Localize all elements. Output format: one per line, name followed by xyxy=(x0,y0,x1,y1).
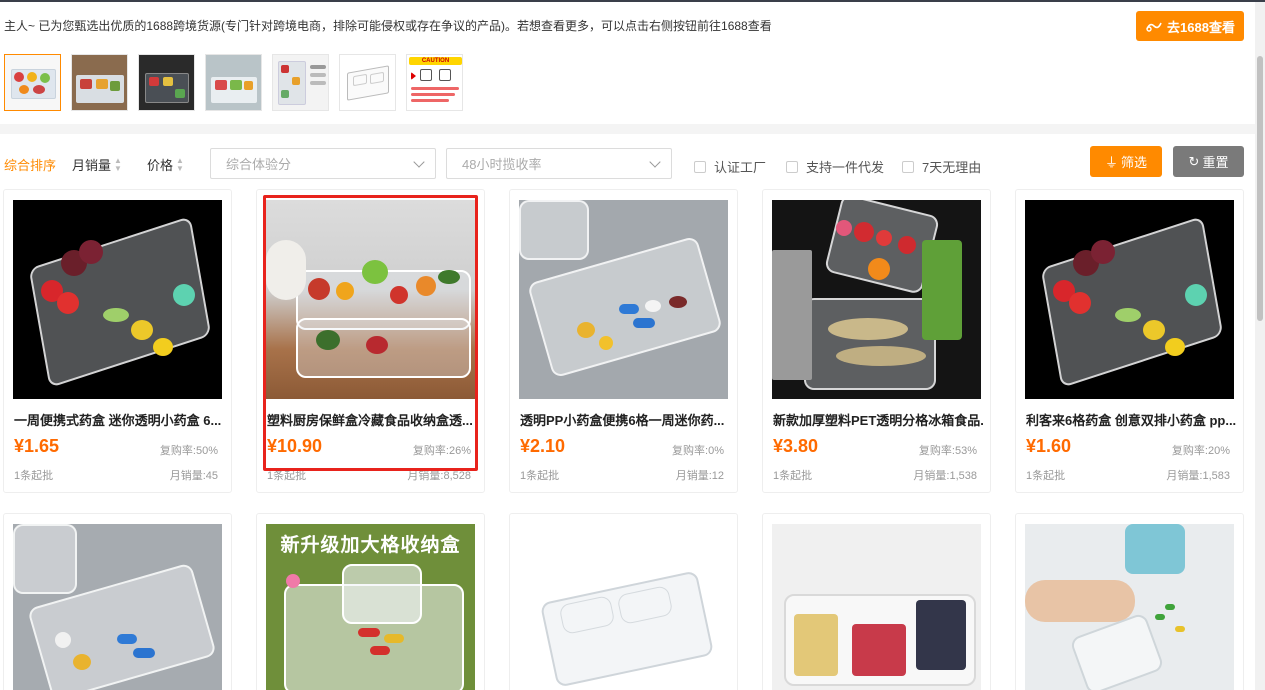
min-order: 1条起批 xyxy=(520,470,560,482)
scrollbar-thumb[interactable] xyxy=(1257,56,1263,321)
funnel-icon: ⏚ xyxy=(1104,155,1118,170)
product-card[interactable]: 塑料厨房保鲜盒冷藏食品收纳盒透... ¥10.90 复购率:26% 1条起批 月… xyxy=(256,189,485,493)
thumbnail-2[interactable] xyxy=(71,54,128,111)
thumbnail-1[interactable] xyxy=(4,54,61,111)
return-checkbox[interactable]: 7天无理由 xyxy=(902,157,981,176)
sort-monthly-sales[interactable]: 月销量 ▲ ▼ xyxy=(72,155,122,174)
repurchase-rate: 复购率:53% xyxy=(918,445,977,457)
return-label: 7天无理由 xyxy=(922,160,982,175)
product-image[interactable] xyxy=(772,200,981,399)
product-card[interactable] xyxy=(509,513,738,690)
thumbnail-7[interactable]: CAUTION xyxy=(406,54,463,111)
monthly-sales: 月销量:8,528 xyxy=(407,470,471,482)
pickup-rate-placeholder: 48小时揽收率 xyxy=(462,157,542,172)
monthly-sales: 月销量:12 xyxy=(675,470,724,482)
filter-button[interactable]: ⏚ 筛选 xyxy=(1090,146,1162,177)
min-order: 1条起批 xyxy=(773,470,813,482)
product-card[interactable]: 一周便携式药盒 迷你透明小药盒 6... ¥1.65 复购率:50% 1条起批 … xyxy=(3,189,232,493)
banner-text: 新升级加大格收纳盒 xyxy=(280,535,461,556)
product-card[interactable]: 新款加厚塑料PET透明分格冰箱食品... ¥3.80 复购率:53% 1条起批 … xyxy=(762,189,991,493)
go-1688-button[interactable]: 去1688查看 xyxy=(1136,11,1244,41)
monthly-sales: 月销量:45 xyxy=(169,470,218,482)
product-price: ¥10.90 xyxy=(267,436,323,456)
min-order: 1条起批 xyxy=(267,470,307,482)
thumbnail-4[interactable] xyxy=(205,54,262,111)
product-card[interactable]: 利客来6格药盒 创意双排小药盒 pp... ¥1.60 复购率:20% 1条起批… xyxy=(1015,189,1244,493)
caution-label: CAUTION xyxy=(409,57,462,65)
product-price: ¥1.65 xyxy=(14,436,60,456)
product-card[interactable]: 新升级加大格收纳盒 xyxy=(256,513,485,690)
monthly-sales: 月销量:1,583 xyxy=(1166,470,1230,482)
vertical-scrollbar[interactable] xyxy=(1255,2,1265,690)
sort-comprehensive[interactable]: 综合排序 xyxy=(4,155,56,174)
sort-comprehensive-label: 综合排序 xyxy=(4,158,57,173)
sort-price[interactable]: 价格 ▲ ▼ xyxy=(147,155,184,174)
product-price: ¥1.60 xyxy=(1026,436,1072,456)
pickup-rate-select[interactable]: 48小时揽收率 xyxy=(446,148,672,179)
product-image[interactable] xyxy=(1025,524,1234,690)
product-title[interactable]: 利客来6格药盒 创意双排小药盒 pp... xyxy=(1026,410,1236,429)
dropship-label: 支持一件代发 xyxy=(806,160,885,175)
product-image[interactable] xyxy=(1025,200,1234,399)
score-select[interactable]: 综合体验分 xyxy=(210,148,436,179)
sort-arrows-icon: ▲ ▼ xyxy=(114,155,122,173)
chevron-down-icon xyxy=(413,156,425,168)
product-title[interactable]: 一周便携式药盒 迷你透明小药盒 6... xyxy=(14,410,224,429)
link-icon xyxy=(1146,22,1162,32)
repurchase-rate: 复购率:0% xyxy=(672,445,724,457)
product-image[interactable] xyxy=(13,200,222,399)
reset-button-label: 重置 xyxy=(1202,155,1229,170)
sort-price-label: 价格 xyxy=(147,158,174,173)
filter-bar: 综合排序 月销量 ▲ ▼ 价格 ▲ ▼ 综合体验分 48小时揽收率 认证工厂 支持一件代… xyxy=(0,146,1255,180)
monthly-sales: 月销量:1,538 xyxy=(913,470,977,482)
certified-factory-label: 认证工厂 xyxy=(714,160,767,175)
product-image[interactable] xyxy=(772,524,981,690)
certified-factory-checkbox[interactable]: 认证工厂 xyxy=(694,157,766,176)
repurchase-rate: 复购率:26% xyxy=(412,445,471,457)
go-1688-label: 去1688查看 xyxy=(1167,19,1235,35)
reset-button[interactable]: ↻ 重置 xyxy=(1173,146,1244,177)
product-image[interactable] xyxy=(519,200,728,399)
checkbox-icon xyxy=(902,160,914,173)
image-thumbnails: CAUTION xyxy=(4,54,463,111)
thumbnail-3[interactable] xyxy=(138,54,195,111)
sort-arrows-icon: ▲ ▼ xyxy=(176,155,184,173)
sort-monthly-sales-label: 月销量 xyxy=(72,158,112,173)
product-card[interactable] xyxy=(3,513,232,690)
repurchase-rate: 复购率:50% xyxy=(159,445,218,457)
dropship-checkbox[interactable]: 支持一件代发 xyxy=(786,157,884,176)
min-order: 1条起批 xyxy=(1026,470,1066,482)
thumbnail-6[interactable] xyxy=(339,54,396,111)
checkbox-icon xyxy=(694,160,706,173)
min-order: 1条起批 xyxy=(14,470,54,482)
product-card[interactable] xyxy=(1015,513,1244,690)
refresh-icon: ↻ xyxy=(1188,153,1200,169)
product-image[interactable] xyxy=(13,524,222,690)
product-image[interactable] xyxy=(266,200,475,399)
repurchase-rate: 复购率:20% xyxy=(1171,445,1230,457)
section-divider xyxy=(0,124,1255,134)
filter-button-label: 筛选 xyxy=(1121,155,1148,170)
checkbox-icon xyxy=(786,160,798,173)
product-card[interactable] xyxy=(762,513,991,690)
chevron-down-icon xyxy=(649,156,661,168)
product-title[interactable]: 新款加厚塑料PET透明分格冰箱食品... xyxy=(773,410,983,429)
thumbnail-5[interactable] xyxy=(272,54,329,111)
product-image[interactable]: 新升级加大格收纳盒 xyxy=(266,524,475,690)
product-price: ¥3.80 xyxy=(773,436,819,456)
window-top-border xyxy=(0,0,1265,2)
product-card[interactable]: 透明PP小药盒便携6格一周迷你药... ¥2.10 复购率:0% 1条起批 月销… xyxy=(509,189,738,493)
notice-text: 主人~ 已为您甄选出优质的1688跨境货源(专门针对跨境电商，排除可能侵权或存在… xyxy=(4,19,772,33)
product-title[interactable]: 透明PP小药盒便携6格一周迷你药... xyxy=(520,410,730,429)
score-select-placeholder: 综合体验分 xyxy=(226,157,292,172)
product-image[interactable] xyxy=(519,524,728,690)
product-price: ¥2.10 xyxy=(520,436,566,456)
product-title[interactable]: 塑料厨房保鲜盒冷藏食品收纳盒透... xyxy=(267,410,477,429)
